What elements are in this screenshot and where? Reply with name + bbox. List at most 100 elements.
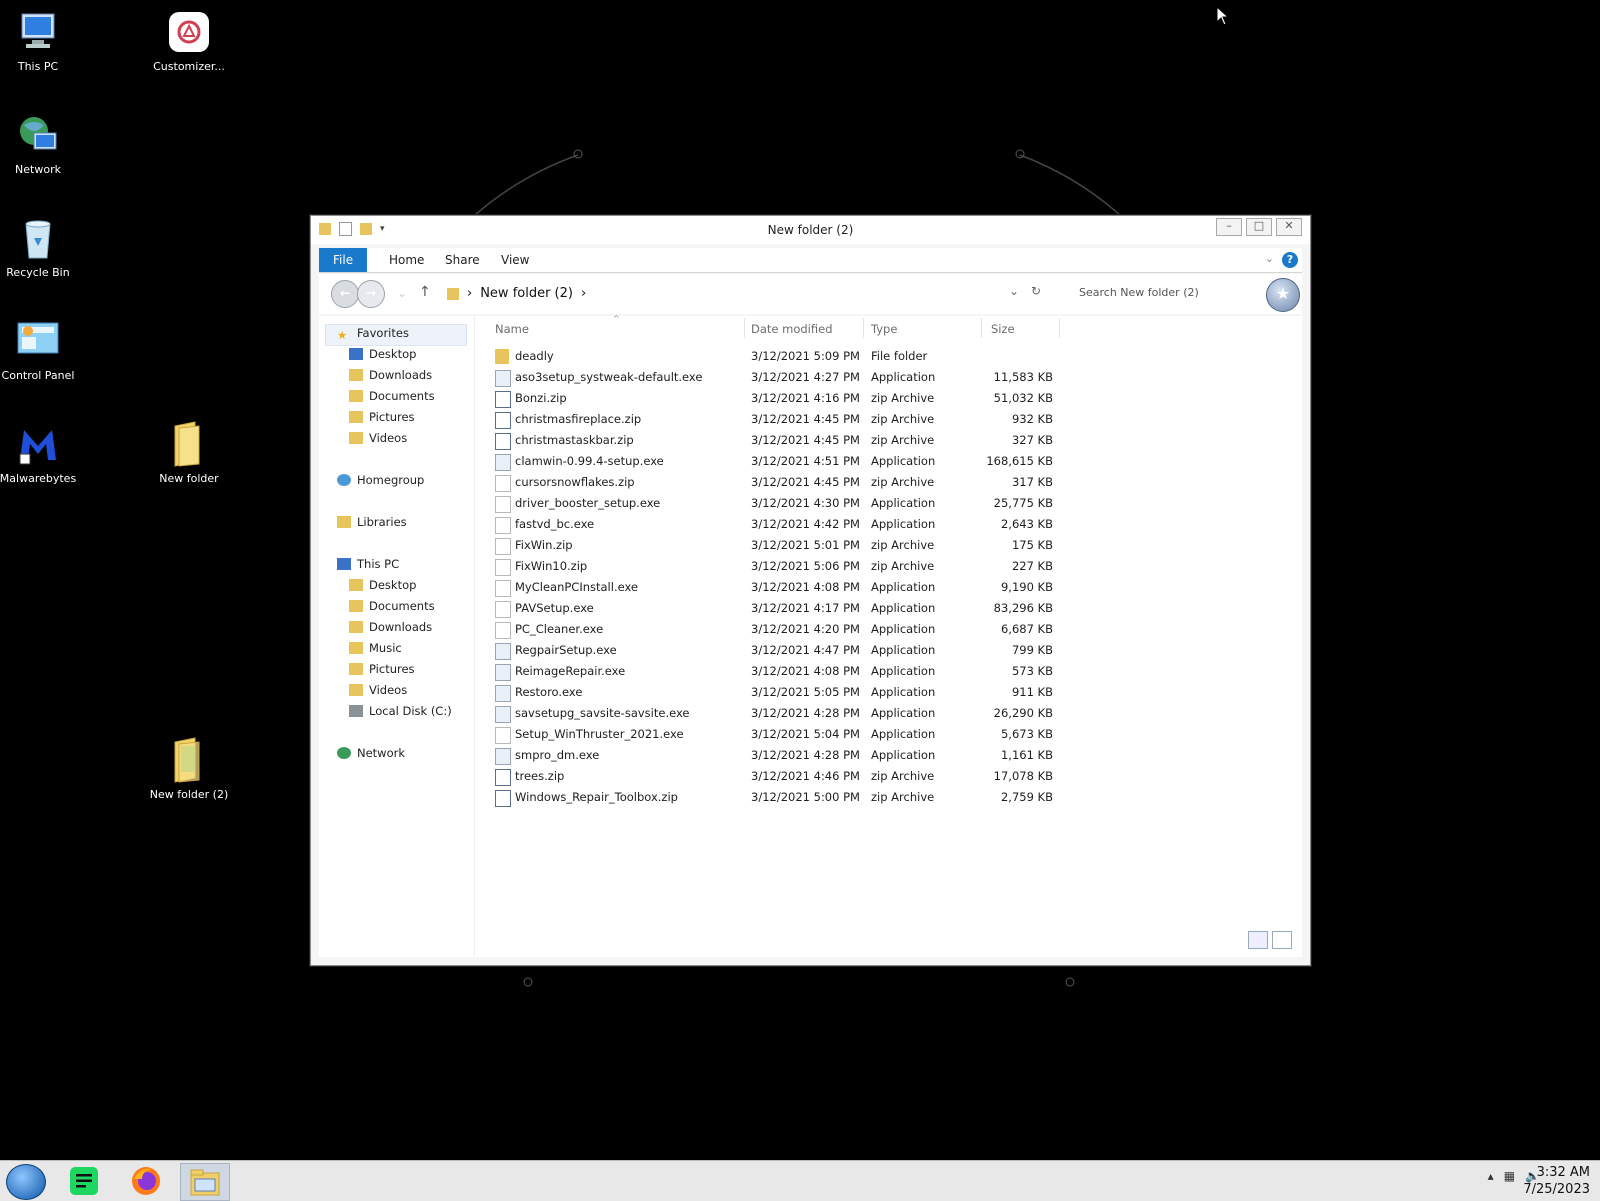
- desktop-folder-icon: [349, 579, 363, 591]
- taskbar-app-file-explorer[interactable]: [180, 1163, 230, 1201]
- forward-button[interactable]: →: [357, 280, 385, 308]
- nav-item-network[interactable]: Network: [337, 746, 405, 760]
- taskbar-app-notes[interactable]: [60, 1163, 108, 1199]
- file-size: 51,032 KB: [993, 391, 1053, 405]
- column-header-name[interactable]: Name: [495, 322, 529, 336]
- nav-item-local-disk[interactable]: Local Disk (C:): [349, 704, 452, 718]
- file-row[interactable]: fastvd_bc.exe 3/12/2021 4:42 PM Applicatio…: [489, 514, 1059, 534]
- file-row[interactable]: Windows_Repair_Toolbox.zip 3/12/2021 5:00…: [489, 787, 1059, 807]
- close-button[interactable]: ✕: [1276, 218, 1302, 236]
- nav-item-pc-videos[interactable]: Videos: [349, 683, 407, 697]
- file-date: 3/12/2021 4:17 PM: [751, 601, 860, 615]
- start-orb-icon[interactable]: [6, 1164, 46, 1200]
- desktop-icon-this-pc[interactable]: This PC: [0, 8, 83, 73]
- column-divider[interactable]: [981, 318, 982, 338]
- file-row[interactable]: christmastaskbar.zip 3/12/2021 4:45 PM zip…: [489, 430, 1059, 450]
- file-row[interactable]: FixWin10.zip 3/12/2021 5:06 PM zip Archive…: [489, 556, 1059, 576]
- file-name: Bonzi.zip: [515, 391, 567, 405]
- file-row[interactable]: FixWin.zip 3/12/2021 5:01 PM zip Archive 17…: [489, 535, 1059, 555]
- file-row[interactable]: Restoro.exe 3/12/2021 5:05 PM Application 9…: [489, 682, 1059, 702]
- chevron-right-icon[interactable]: ›: [581, 286, 586, 301]
- mouse-cursor-icon: [1216, 6, 1230, 26]
- file-row[interactable]: PC_Cleaner.exe 3/12/2021 4:20 PM Applicati…: [489, 619, 1059, 639]
- details-view-icon[interactable]: [1248, 931, 1268, 949]
- folder-icon: [174, 737, 200, 783]
- nav-item-homegroup[interactable]: Homegroup: [337, 473, 424, 487]
- network-status-icon[interactable]: ▦: [1504, 1169, 1515, 1183]
- file-name: aso3setup_systweak-default.exe: [515, 370, 703, 384]
- taskbar-app-firefox[interactable]: [122, 1163, 170, 1199]
- column-header-size[interactable]: Size: [991, 322, 1015, 336]
- file-row[interactable]: christmasfireplace.zip 3/12/2021 4:45 PM z…: [489, 409, 1059, 429]
- explorer-window[interactable]: ▾ New folder (2) – □ ✕ File Home Share V…: [310, 215, 1311, 966]
- tab-file[interactable]: File: [319, 248, 368, 272]
- help-icon[interactable]: ?: [1282, 252, 1298, 268]
- file-row[interactable]: Setup_WinThruster_2021.exe 3/12/2021 5:04…: [489, 724, 1059, 744]
- search-input[interactable]: Search New folder (2): [1079, 286, 1199, 299]
- column-divider[interactable]: [1059, 318, 1060, 338]
- minimize-button[interactable]: –: [1216, 218, 1242, 236]
- desktop-icon-control-panel[interactable]: Control Panel: [0, 317, 83, 382]
- address-dropdown-icon[interactable]: ⌄: [1009, 284, 1019, 298]
- nav-item-favorites-pictures[interactable]: Pictures: [349, 410, 415, 424]
- maximize-button[interactable]: □: [1246, 218, 1272, 236]
- nav-label: Videos: [369, 431, 408, 445]
- nav-item-favorites-videos[interactable]: Videos: [349, 431, 407, 445]
- refresh-icon[interactable]: ↻: [1031, 284, 1041, 298]
- navigation-pane: ★ Favorites Desktop Downloads Documents P…: [319, 316, 475, 957]
- search-icon[interactable]: ★: [1266, 278, 1300, 312]
- file-row[interactable]: PAVSetup.exe 3/12/2021 4:17 PM Application…: [489, 598, 1059, 618]
- file-row[interactable]: cursorsnowflakes.zip 3/12/2021 4:45 PM zip…: [489, 472, 1059, 492]
- nav-label: Local Disk (C:): [369, 704, 452, 718]
- column-divider[interactable]: [744, 318, 745, 338]
- file-row[interactable]: driver_booster_setup.exe 3/12/2021 4:30 P…: [489, 493, 1059, 513]
- file-row[interactable]: clamwin-0.99.4-setup.exe 3/12/2021 4:51 P…: [489, 451, 1059, 471]
- desktop-icon-recycle-bin[interactable]: Recycle Bin: [0, 214, 83, 279]
- file-size: 227 KB: [1011, 559, 1053, 573]
- nav-item-this-pc[interactable]: This PC: [337, 557, 399, 571]
- tab-home[interactable]: Home: [375, 248, 438, 272]
- nav-item-pc-downloads[interactable]: Downloads: [349, 620, 432, 634]
- column-header-date[interactable]: Date modified: [751, 322, 833, 336]
- nav-item-favorites-downloads[interactable]: Downloads: [349, 368, 432, 382]
- nav-item-pc-documents[interactable]: Documents: [349, 599, 435, 613]
- large-icons-view-icon[interactable]: [1272, 931, 1292, 949]
- file-row[interactable]: MyCleanPCInstall.exe 3/12/2021 4:08 PM App…: [489, 577, 1059, 597]
- desktop-icon-network[interactable]: Network: [0, 111, 83, 176]
- file-row[interactable]: trees.zip 3/12/2021 4:46 PM zip Archive 17,…: [489, 766, 1059, 786]
- desktop-icon-malwarebytes[interactable]: Malwarebytes: [0, 420, 83, 485]
- show-hidden-icons-icon[interactable]: ▴: [1488, 1169, 1494, 1183]
- file-row[interactable]: savsetupg_savsite-savsite.exe 3/12/2021 4…: [489, 703, 1059, 723]
- desktop-icon-new-folder[interactable]: New folder: [144, 420, 234, 485]
- breadcrumb-current[interactable]: New folder (2): [480, 286, 573, 301]
- column-header-type[interactable]: Type: [871, 322, 897, 336]
- breadcrumb[interactable]: › New folder (2) ›: [447, 286, 586, 301]
- desktop-icon-new-folder-2[interactable]: New folder (2): [144, 736, 234, 801]
- file-row[interactable]: aso3setup_systweak-default.exe 3/12/2021 …: [489, 367, 1059, 387]
- nav-item-libraries[interactable]: Libraries: [337, 515, 407, 529]
- ribbon-expand-icon[interactable]: ⌄: [1265, 252, 1274, 265]
- zip-archive-icon: [495, 433, 511, 450]
- file-row[interactable]: RegpairSetup.exe 3/12/2021 4:47 PM Applica…: [489, 640, 1059, 660]
- clock[interactable]: 3:32 AM 7/25/2023: [1523, 1164, 1590, 1198]
- nav-item-pc-music[interactable]: Music: [349, 641, 402, 655]
- nav-item-favorites-documents[interactable]: Documents: [349, 389, 435, 403]
- file-row[interactable]: Bonzi.zip 3/12/2021 4:16 PM zip Archive 51,…: [489, 388, 1059, 408]
- tab-share[interactable]: Share: [431, 248, 494, 272]
- file-type: File folder: [871, 349, 928, 363]
- nav-item-favorites[interactable]: ★ Favorites: [337, 326, 409, 342]
- up-arrow-icon[interactable]: ↑: [419, 284, 431, 300]
- file-row[interactable]: deadly 3/12/2021 5:09 PM File folder: [489, 346, 1059, 366]
- nav-item-favorites-desktop[interactable]: Desktop: [349, 347, 416, 361]
- nav-item-pc-desktop[interactable]: Desktop: [349, 578, 416, 592]
- column-divider[interactable]: [863, 318, 864, 338]
- nav-item-pc-pictures[interactable]: Pictures: [349, 662, 415, 676]
- chevron-right-icon[interactable]: ›: [467, 286, 472, 301]
- file-row[interactable]: ReimageRepair.exe 3/12/2021 4:08 PM Applic…: [489, 661, 1059, 681]
- recent-locations-icon[interactable]: ⌄: [397, 286, 407, 300]
- desktop-icon-customizer[interactable]: Customizer...: [144, 8, 234, 73]
- title-bar[interactable]: ▾ New folder (2) – □ ✕: [311, 216, 1310, 244]
- tab-view[interactable]: View: [487, 248, 543, 272]
- file-row[interactable]: smpro_dm.exe 3/12/2021 4:28 PM Application…: [489, 745, 1059, 765]
- back-button[interactable]: ←: [331, 280, 359, 308]
